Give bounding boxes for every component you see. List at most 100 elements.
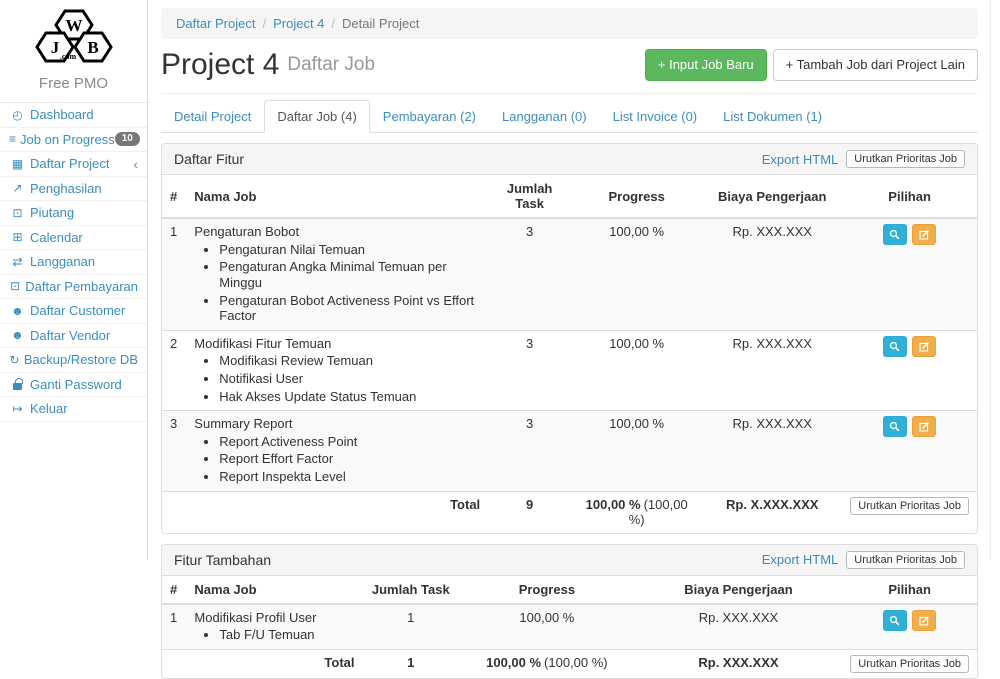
page-subtitle: Daftar Job	[287, 54, 375, 76]
jumlah-task-cell: 3	[488, 330, 571, 410]
page-header: Project 4 Daftar Job + Input Job Baru + …	[161, 49, 978, 94]
view-job-button[interactable]	[883, 224, 907, 245]
progress-cell: 100,00 %	[571, 411, 702, 491]
total-row: Total 1 100,00 %(100,00 %) Rp. XXX.XXX U…	[162, 649, 977, 678]
subtask: Pengaturan Angka Minimal Temuan per Ming…	[219, 259, 480, 290]
dashboard-icon: ◴	[9, 107, 26, 122]
jumlah-task-cell: 1	[363, 604, 460, 650]
column-header: Pilihan	[842, 576, 977, 604]
sidebar-item-penghasilan[interactable]: ↗ Penghasilan	[0, 177, 147, 202]
app-logo[interactable]: W J B .com	[0, 0, 147, 73]
column-header: Jumlah Task	[363, 576, 460, 604]
page-title: Project 4	[161, 50, 279, 80]
sidebar-item-label: Langganan	[30, 254, 95, 269]
scrollbar-track[interactable]	[990, 0, 1000, 560]
sidebar-item-job-on-progress[interactable]: ≡ Job on Progress 10	[0, 128, 147, 153]
tasks-icon: ≡	[9, 132, 16, 147]
sidebar-item-daftar-vendor[interactable]: ☻ Daftar Vendor	[0, 324, 147, 349]
search-icon	[889, 341, 900, 352]
subtask-list: Report Activeness Point Report Effort Fa…	[206, 434, 480, 485]
sidebar-item-label: Daftar Pembayaran	[25, 279, 138, 294]
view-job-button[interactable]	[883, 336, 907, 357]
total-biaya: Rp. XXX.XXX	[635, 649, 843, 678]
subtask: Report Activeness Point	[219, 434, 480, 450]
column-header: Biaya Pengerjaan	[702, 175, 842, 218]
edit-job-button[interactable]	[912, 610, 936, 631]
sidebar-item-daftar-pembayaran[interactable]: ⊡ Daftar Pembayaran	[0, 275, 147, 300]
line-chart-icon: ↗	[9, 181, 26, 196]
sidebar-item-label: Daftar Customer	[30, 303, 125, 318]
money-icon: ⊡	[9, 279, 21, 294]
column-header: Progress	[571, 175, 702, 218]
sidebar-item-dashboard[interactable]: ◴ Dashboard	[0, 103, 147, 128]
edit-job-button[interactable]	[912, 224, 936, 245]
subtask: Modifikasi Review Temuan	[219, 353, 480, 369]
breadcrumb-link-daftar-project[interactable]: Daftar Project	[176, 16, 255, 31]
input-job-baru-button[interactable]: + Input Job Baru	[645, 49, 767, 81]
view-job-button[interactable]	[883, 610, 907, 631]
tab-list-invoice[interactable]: List Invoice (0)	[600, 100, 711, 133]
sidebar-item-backup-restore-db[interactable]: ↻ Backup/Restore DB	[0, 348, 147, 373]
svg-text:B: B	[87, 38, 98, 57]
sidebar-item-ganti-password[interactable]: Ganti Password	[0, 373, 147, 398]
column-header: Nama Job	[186, 175, 488, 218]
sidebar-item-piutang[interactable]: ⊡ Piutang	[0, 201, 147, 226]
edit-icon	[919, 229, 930, 240]
panel-fitur-tambahan: Fitur Tambahan Export HTML Urutkan Prior…	[161, 544, 978, 679]
table-header-row: # Nama Job Jumlah Task Progress Biaya Pe…	[162, 175, 977, 218]
sidebar-item-label: Daftar Project	[30, 156, 109, 171]
sidebar-item-keluar[interactable]: ↦ Keluar	[0, 397, 147, 422]
progress-cell: 100,00 %	[571, 218, 702, 330]
column-header: Progress	[459, 576, 635, 604]
job-name: Modifikasi Fitur Temuan	[194, 336, 480, 352]
breadcrumb-link-project-4[interactable]: Project 4	[273, 16, 324, 31]
view-job-button[interactable]	[883, 416, 907, 437]
export-html-link[interactable]: Export HTML	[762, 152, 839, 167]
chevron-left-icon: ‹	[133, 157, 138, 171]
biaya-cell: Rp. XXX.XXX	[702, 330, 842, 410]
column-header: Nama Job	[186, 576, 362, 604]
progress-cell: 100,00 %	[459, 604, 635, 650]
urutkan-prioritas-job-button[interactable]: Urutkan Prioritas Job	[850, 655, 969, 673]
subtask: Pengaturan Nilai Temuan	[219, 242, 480, 258]
job-count-badge: 10	[115, 132, 140, 146]
edit-job-button[interactable]	[912, 336, 936, 357]
table-row: 1 Pengaturan Bobot Pengaturan Nilai Temu…	[162, 218, 977, 330]
total-label: Total	[186, 491, 488, 533]
urutkan-prioritas-job-button[interactable]: Urutkan Prioritas Job	[850, 497, 969, 515]
tab-list-dokumen[interactable]: List Dokumen (1)	[710, 100, 835, 133]
search-icon	[889, 615, 900, 626]
users-icon: ☻	[9, 328, 26, 343]
sidebar-menu: ◴ Dashboard ≡ Job on Progress 10 ▦ Dafta…	[0, 102, 147, 422]
jwb-logo-icon: W J B .com	[22, 8, 126, 68]
panel-daftar-fitur: Daftar Fitur Export HTML Urutkan Priorit…	[161, 143, 978, 534]
tab-langganan[interactable]: Langganan (0)	[489, 100, 600, 133]
tambah-job-dari-project-lain-button[interactable]: + Tambah Job dari Project Lain	[773, 49, 978, 81]
sidebar-item-daftar-customer[interactable]: ☻ Daftar Customer	[0, 299, 147, 324]
refresh-icon: ↻	[9, 352, 20, 367]
sidebar-item-label: Piutang	[30, 205, 74, 220]
panel-title: Daftar Fitur	[174, 151, 244, 167]
fitur-tambahan-table: # Nama Job Jumlah Task Progress Biaya Pe…	[162, 576, 977, 678]
sidebar-item-langganan[interactable]: ⇄ Langganan	[0, 250, 147, 275]
edit-job-button[interactable]	[912, 416, 936, 437]
project-tabs: Detail Project Daftar Job (4) Pembayaran…	[161, 100, 978, 133]
urutkan-prioritas-job-button[interactable]: Urutkan Prioritas Job	[846, 150, 965, 168]
column-header: #	[162, 175, 186, 218]
sidebar-item-daftar-project[interactable]: ▦ Daftar Project ‹	[0, 152, 147, 177]
calendar-icon: ⊞	[9, 230, 26, 245]
tab-detail-project[interactable]: Detail Project	[161, 100, 264, 133]
panel-heading: Fitur Tambahan Export HTML Urutkan Prior…	[162, 545, 977, 576]
tab-daftar-job[interactable]: Daftar Job (4)	[264, 100, 369, 133]
sidebar-item-label: Dashboard	[30, 107, 94, 122]
jumlah-task-cell: 3	[488, 411, 571, 491]
tab-pembayaran[interactable]: Pembayaran (2)	[370, 100, 489, 133]
svg-text:.com: .com	[59, 52, 76, 61]
subtask: Notifikasi User	[219, 371, 480, 387]
subtask: Report Inspekta Level	[219, 469, 480, 485]
users-icon: ☻	[9, 303, 26, 318]
subtask: Pengaturan Bobot Activeness Point vs Eff…	[219, 293, 480, 324]
biaya-cell: Rp. XXX.XXX	[702, 411, 842, 491]
search-icon	[889, 421, 900, 432]
sidebar-item-calendar[interactable]: ⊞ Calendar	[0, 226, 147, 251]
